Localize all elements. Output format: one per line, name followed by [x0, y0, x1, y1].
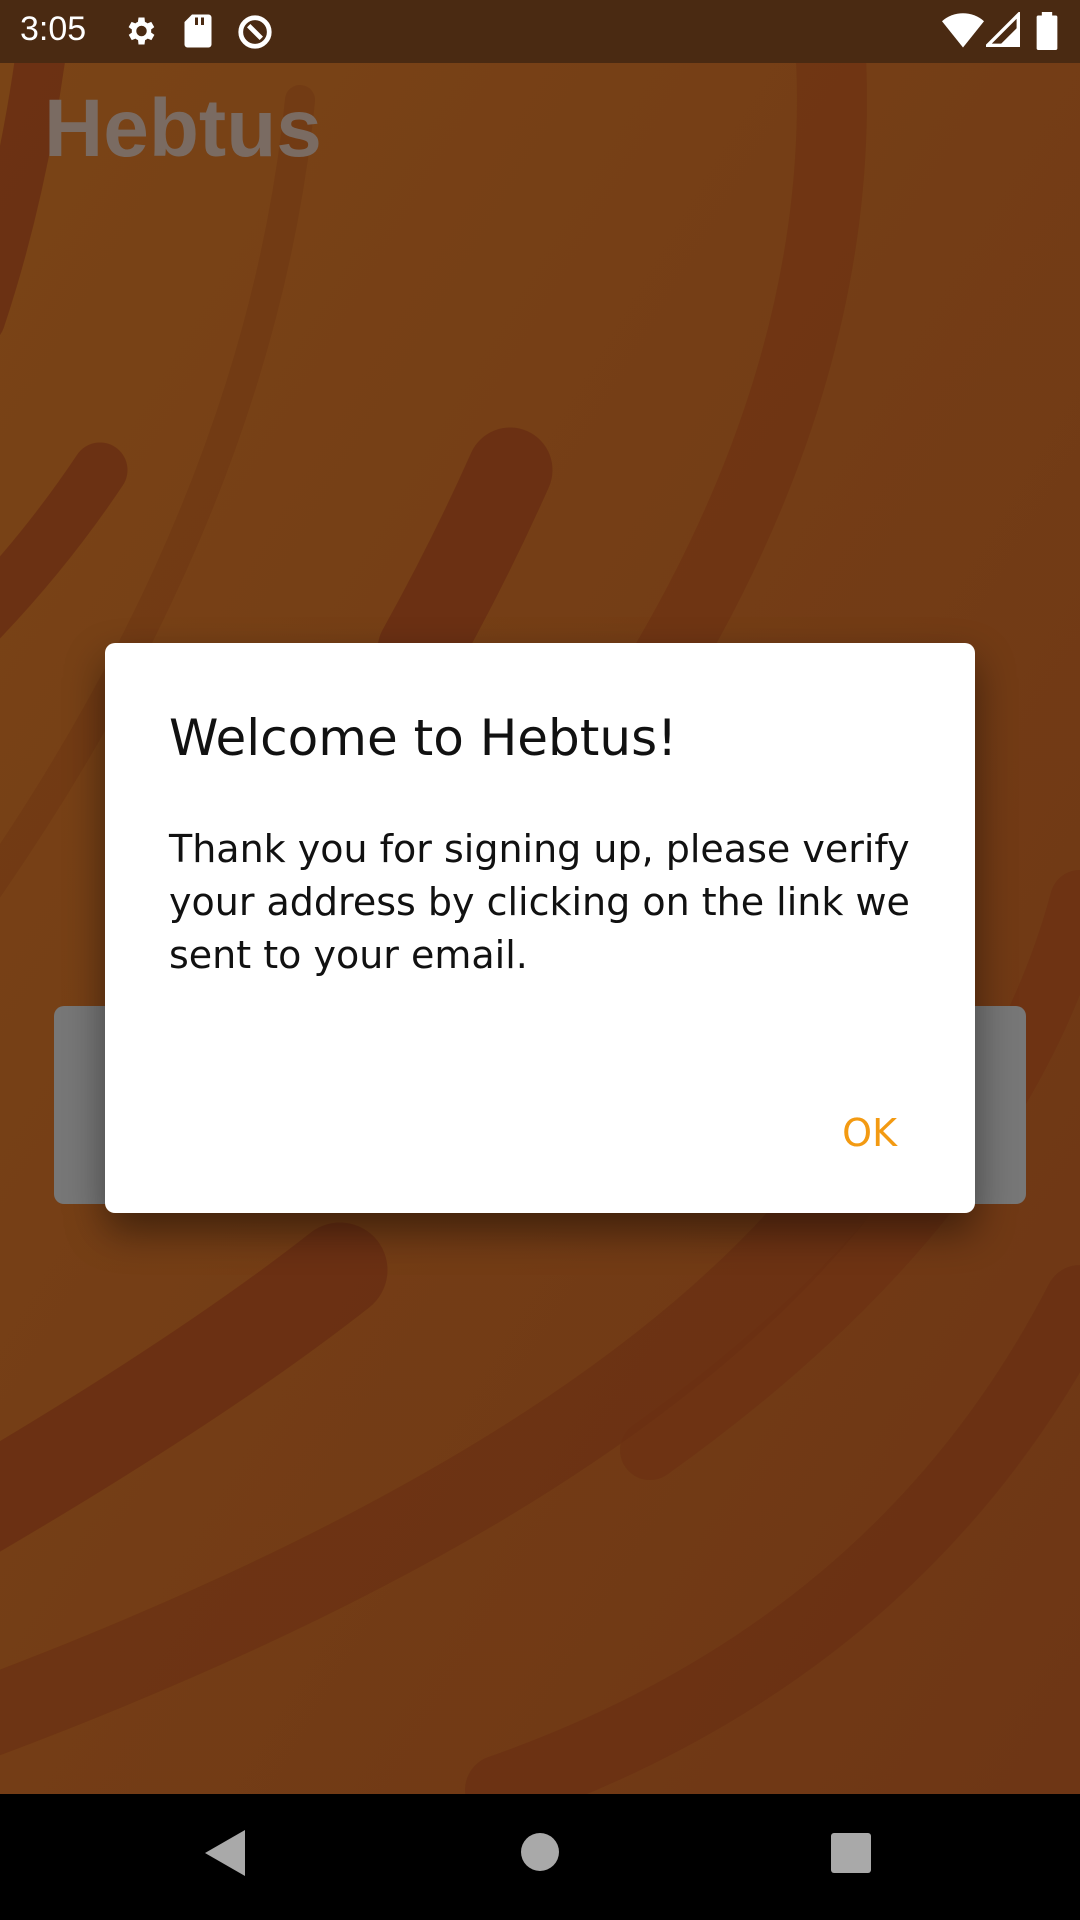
battery-icon: [1036, 12, 1058, 54]
home-icon[interactable]: [520, 1832, 560, 1876]
back-icon[interactable]: [205, 1830, 245, 1880]
location-off-icon: [236, 13, 274, 55]
status-bar: 3:05: [0, 0, 1080, 63]
wifi-icon: [942, 12, 984, 52]
dialog-message: Thank you for signing up, please verify …: [169, 827, 910, 977]
recents-icon[interactable]: [830, 1832, 872, 1878]
ok-button[interactable]: OK: [838, 1105, 901, 1161]
signal-icon: [983, 10, 1020, 52]
gear-icon: [122, 13, 158, 53]
sd-card-icon: [182, 13, 214, 53]
dialog-title: Welcome to Hebtus!: [169, 709, 678, 767]
welcome-dialog: Welcome to Hebtus! Thank you for signing…: [105, 643, 975, 1213]
status-time: 3:05: [20, 10, 87, 48]
app-title: Hebtus: [44, 83, 322, 174]
navigation-bar: [0, 1794, 1080, 1920]
